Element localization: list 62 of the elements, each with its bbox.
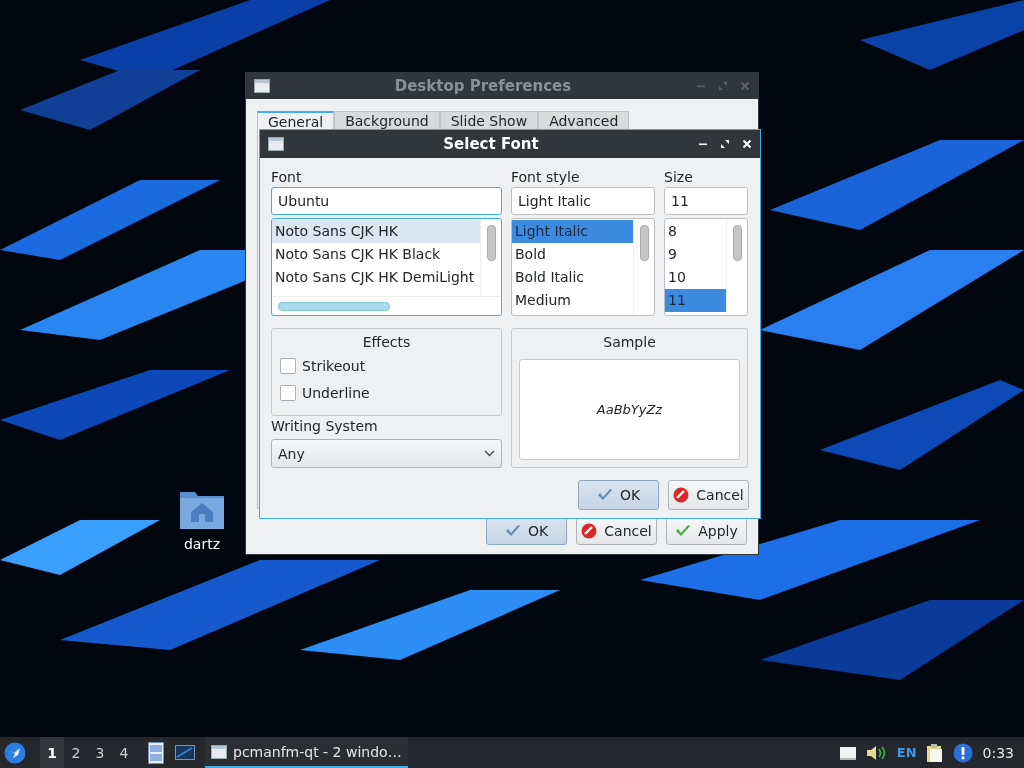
cancel-button[interactable]: Cancel — [576, 517, 657, 545]
scrollbar-thumb[interactable] — [639, 225, 649, 261]
checkbox-label: Underline — [302, 385, 370, 401]
keyboard-layout[interactable]: EN — [896, 745, 917, 760]
dialog-title: Select Font — [442, 135, 540, 153]
input-field[interactable]: Light Italic — [511, 187, 655, 215]
icon-label: dartz — [183, 536, 221, 552]
desktop-switcher[interactable]: 3 — [88, 737, 112, 768]
checkbox[interactable] — [280, 385, 296, 401]
list-item[interactable]: Light Italic — [512, 220, 633, 243]
monitor-icon[interactable] — [175, 744, 195, 761]
list-item[interactable]: Noto Sans CJK HK — [272, 220, 480, 243]
field-label: Writing System — [271, 418, 379, 436]
list-item[interactable]: Bold — [512, 243, 633, 266]
drive-icon[interactable] — [838, 744, 857, 761]
check-icon — [504, 524, 521, 538]
dropdown[interactable]: Any — [271, 439, 502, 468]
maximize-icon[interactable] — [720, 139, 730, 149]
clipboard-icon[interactable] — [925, 742, 944, 763]
window-icon — [268, 137, 284, 151]
list-item[interactable]: 11 — [665, 289, 726, 312]
window-icon — [254, 79, 270, 93]
clock: 0:33 — [982, 744, 1014, 761]
check-icon — [675, 524, 692, 538]
checkbox-label: Strikeout — [302, 358, 366, 374]
window-icon — [211, 744, 227, 759]
input-field[interactable]: 11 — [664, 187, 748, 215]
list-item[interactable]: Medium — [512, 289, 633, 312]
field-label: Font — [271, 168, 303, 187]
list-item[interactable]: 9 — [665, 243, 726, 266]
list-item[interactable]: 10 — [665, 266, 726, 289]
list-item[interactable]: 8 — [665, 220, 726, 243]
ok-button[interactable]: OK — [578, 480, 659, 510]
scrollbar-thumb[interactable] — [486, 225, 496, 261]
group-title: Effects — [361, 334, 412, 350]
file-cabinet-icon[interactable] — [148, 741, 164, 764]
checkbox[interactable] — [280, 358, 296, 374]
stop-icon — [581, 523, 598, 539]
taskbar-button[interactable]: pcmanfm-qt - 2 windo… — [205, 737, 408, 768]
input-field[interactable]: Ubuntu — [271, 187, 502, 215]
speaker-icon[interactable] — [865, 743, 888, 762]
field-label: Font style — [511, 168, 581, 187]
check-icon — [596, 488, 613, 502]
group-title: Sample — [602, 334, 657, 350]
sample-text: AaBbYyZz — [596, 402, 663, 417]
list-item[interactable]: Noto Sans CJK HK Black — [272, 243, 480, 266]
desktop-switcher[interactable]: 4 — [112, 737, 136, 768]
list-item[interactable]: Bold Italic — [512, 266, 633, 289]
field-label: Size — [664, 168, 694, 187]
cancel-button[interactable]: Cancel — [668, 480, 749, 510]
apply-button[interactable]: Apply — [666, 517, 747, 545]
desktop-switcher[interactable]: 1 — [40, 737, 64, 768]
ok-button[interactable]: OK — [486, 517, 567, 545]
chevron-down-icon — [484, 450, 495, 457]
info-icon[interactable] — [952, 742, 973, 763]
list-item[interactable]: Noto Sans CJK HK DemiLight — [272, 266, 480, 289]
desktop-switcher[interactable]: 2 — [64, 737, 88, 768]
window-title: Desktop Preferences — [393, 77, 573, 95]
scrollbar-thumb[interactable] — [732, 225, 742, 261]
start-menu-icon[interactable] — [4, 741, 26, 764]
scrollbar-thumb[interactable] — [278, 301, 390, 311]
stop-icon — [673, 487, 690, 503]
